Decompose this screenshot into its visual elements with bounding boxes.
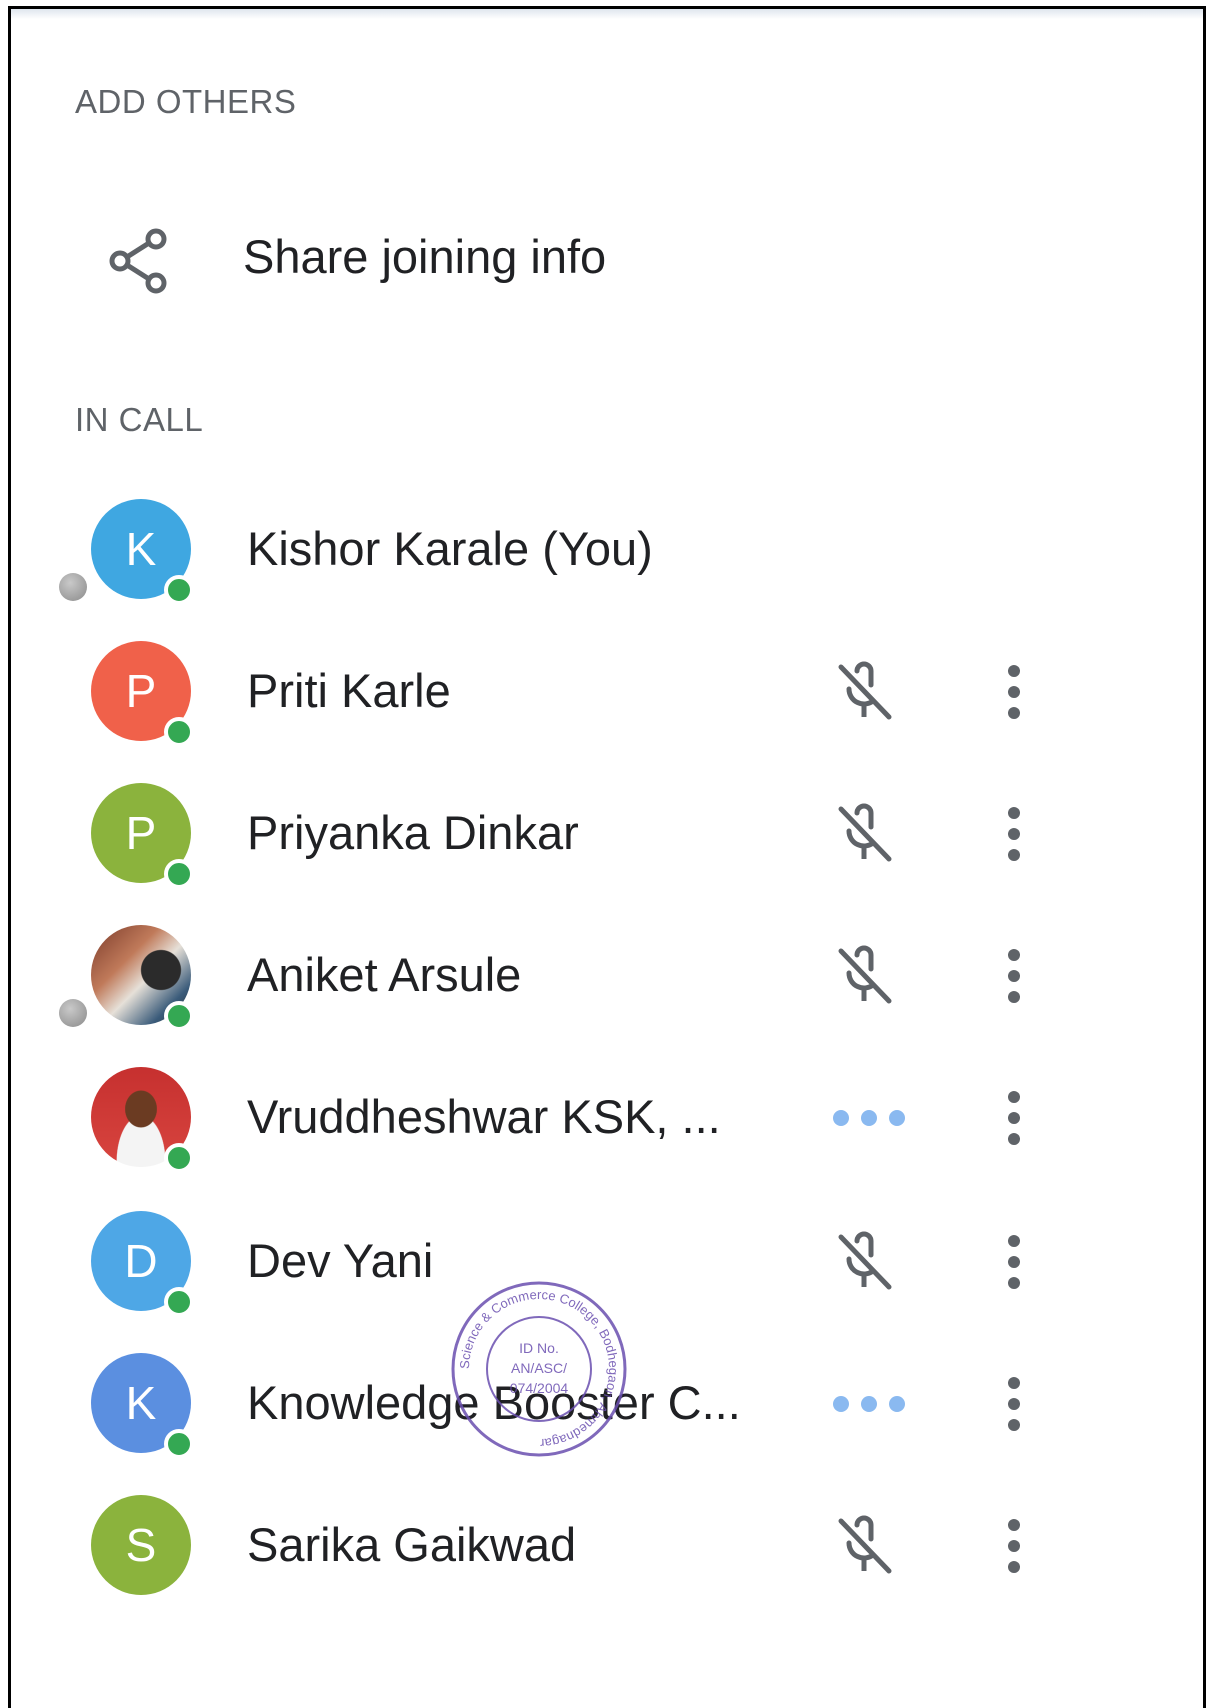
participant-row[interactable]: Aniket Arsule [11, 907, 1203, 1047]
top-strip [11, 9, 1203, 19]
avatar-initial: P [125, 665, 157, 717]
more-options-icon[interactable] [989, 943, 1039, 1009]
online-status-icon [164, 859, 194, 889]
online-status-icon [164, 1287, 194, 1317]
participant-name: Aniket Arsule [247, 948, 522, 1001]
participant-row[interactable]: K Kishor Karale (You) [11, 481, 1203, 621]
avatar-initial: S [125, 1519, 157, 1571]
avatar-initial: K [125, 1377, 157, 1429]
participant-row[interactable]: P Priti Karle [11, 623, 1203, 763]
avatar-initial: P [125, 807, 157, 859]
participant-name: Sarika Gaikwad [247, 1518, 577, 1571]
online-status-icon [164, 717, 194, 747]
more-options-icon[interactable] [989, 801, 1039, 867]
speaking-indicator [59, 573, 87, 601]
talking-indicator-icon [833, 1110, 905, 1126]
mic-off-icon [838, 1515, 892, 1574]
avatar: S [91, 1495, 191, 1595]
in-call-header: IN CALL [75, 401, 204, 438]
mic-off-icon [838, 803, 892, 862]
participant-row[interactable]: S Sarika Gaikwad [11, 1477, 1203, 1617]
more-options-icon[interactable] [989, 659, 1039, 725]
mic-off-icon [838, 661, 892, 720]
online-status-icon [164, 1429, 194, 1459]
online-status-icon [164, 575, 194, 605]
participant-row[interactable]: D Dev Yani [11, 1193, 1203, 1333]
participant-name: Priyanka Dinkar [247, 806, 579, 859]
avatar-initial: D [124, 1235, 158, 1287]
participants-panel: ADD OTHERS Share joining info IN CALL K … [8, 6, 1206, 1708]
share-joining-info-button[interactable]: Share joining info [11, 189, 1203, 319]
participant-row[interactable]: P Priyanka Dinkar [11, 765, 1203, 905]
participant-name: Knowledge Booster C... [247, 1376, 741, 1429]
participant-row[interactable]: Vruddheshwar KSK, ... [11, 1049, 1203, 1189]
participant-name: Priti Karle [247, 664, 451, 717]
participant-name: Dev Yani [247, 1234, 434, 1287]
mic-off-icon [838, 1231, 892, 1290]
online-status-icon [164, 1143, 194, 1173]
participant-row[interactable]: K Knowledge Booster C... [11, 1335, 1203, 1475]
share-icon [109, 228, 167, 294]
share-joining-info-label: Share joining info [243, 230, 607, 283]
more-options-icon[interactable] [989, 1085, 1039, 1151]
speaking-indicator [59, 999, 87, 1027]
online-status-icon [164, 1001, 194, 1031]
avatar-initial: K [125, 523, 157, 575]
add-others-header: ADD OTHERS [75, 83, 297, 120]
more-options-icon[interactable] [989, 1229, 1039, 1295]
mic-off-icon [838, 945, 892, 1004]
participant-name: Vruddheshwar KSK, ... [247, 1090, 721, 1143]
more-options-icon[interactable] [989, 1513, 1039, 1579]
talking-indicator-icon [833, 1396, 905, 1412]
participant-name: Kishor Karale (You) [247, 522, 653, 575]
more-options-icon[interactable] [989, 1371, 1039, 1437]
